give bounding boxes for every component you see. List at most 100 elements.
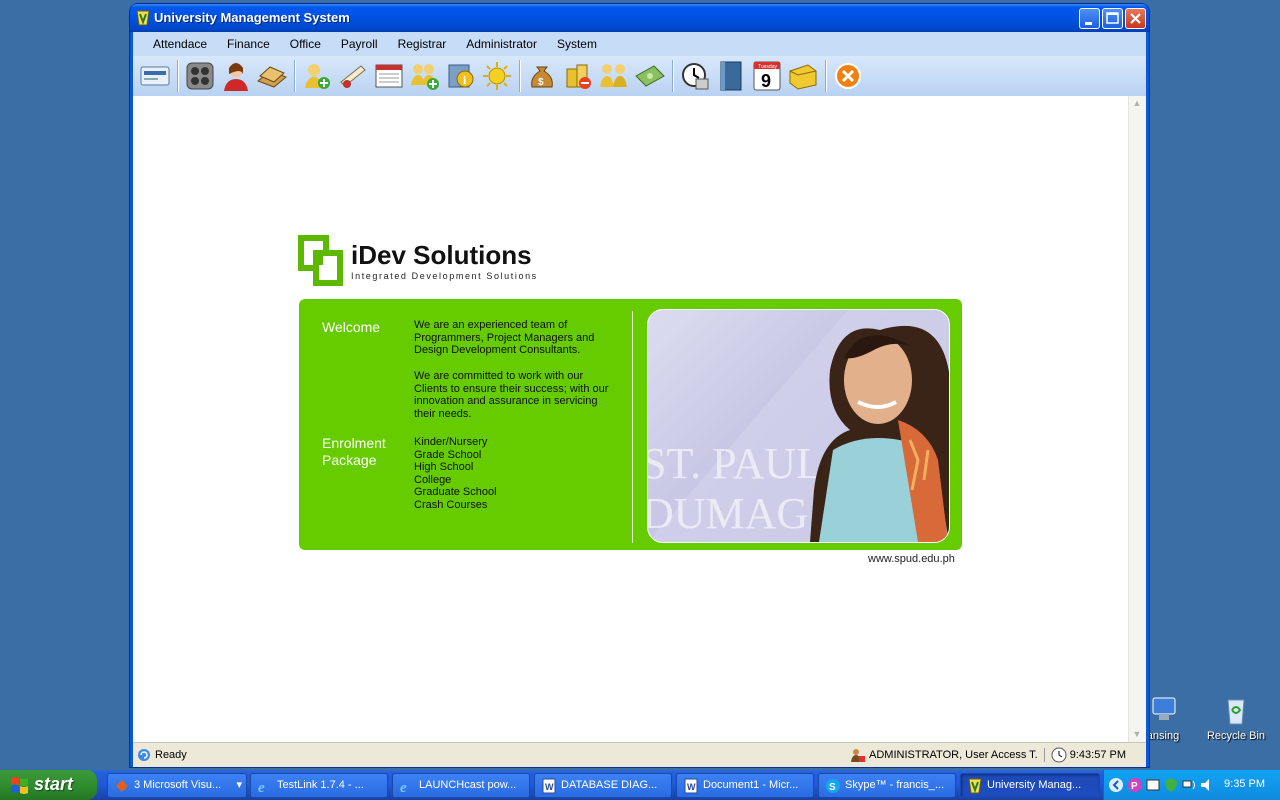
close-button[interactable] xyxy=(1125,8,1146,29)
dropdown-arrow-icon: ▾ xyxy=(236,779,242,791)
menu-finance[interactable]: Finance xyxy=(217,32,280,56)
taskbar-item-document1[interactable]: W Document1 - Micr... xyxy=(676,773,814,798)
tray-app-icon[interactable] xyxy=(1145,777,1161,798)
taskbar-item-testlink[interactable]: e TestLink 1.7.4 - ... xyxy=(250,773,388,798)
photo-text-1: ST. PAUL xyxy=(648,439,823,488)
taskbar-item-visual-studio[interactable]: 3 Microsoft Visu... ▾ xyxy=(107,773,247,798)
package-item: Kinder/Nursery xyxy=(414,436,488,448)
admin-user-icon xyxy=(849,748,866,762)
tray-shield-icon[interactable] xyxy=(1163,777,1179,798)
logo-name: iDev Solutions xyxy=(351,240,532,270)
text-line: Clients to ensure their success; with ou… xyxy=(414,382,609,395)
svg-text:W: W xyxy=(687,782,696,792)
text-line: innovation and assurance in servicing xyxy=(414,395,598,408)
app-icon xyxy=(136,10,150,26)
exit-icon[interactable] xyxy=(831,59,865,93)
word-document-icon: W xyxy=(541,778,557,794)
folder-icon[interactable] xyxy=(786,59,820,93)
title-bar[interactable]: University Management System xyxy=(130,4,1149,32)
menu-office[interactable]: Office xyxy=(280,32,331,56)
website-url[interactable]: www.spud.edu.ph xyxy=(868,553,955,565)
sun-icon[interactable] xyxy=(480,59,514,93)
taskbar-item-university-management[interactable]: University Manag... xyxy=(960,773,1100,798)
word-document-icon: W xyxy=(683,778,699,794)
package-item: Grade School xyxy=(414,448,482,461)
skype-icon: S xyxy=(825,778,841,794)
books-icon[interactable] xyxy=(255,59,289,93)
status-time: 9:43:57 PM xyxy=(1069,749,1126,761)
panel-divider xyxy=(632,311,633,543)
task-label: Document1 - Micr... xyxy=(703,779,799,791)
menu-payroll[interactable]: Payroll xyxy=(331,32,388,56)
tray-expand-icon[interactable] xyxy=(1108,777,1124,798)
diploma-icon[interactable] xyxy=(336,59,370,93)
task-label: Skype™ - francis_... xyxy=(845,779,945,791)
desktop-icon-recycle-bin[interactable]: Recycle Bin xyxy=(1201,694,1271,742)
taskbar: start 3 Microsoft Visu... ▾ e TestLink 1… xyxy=(0,770,1280,800)
calculator-icon[interactable] xyxy=(183,59,217,93)
toolbar-separator xyxy=(825,60,826,92)
svg-text:e: e xyxy=(400,780,407,794)
toolbar-separator xyxy=(519,60,520,92)
scroll-down-icon[interactable]: ▼ xyxy=(1131,729,1143,741)
tray-volume-icon[interactable] xyxy=(1199,777,1215,798)
maximize-button[interactable] xyxy=(1102,8,1123,29)
minimize-button[interactable] xyxy=(1079,8,1100,29)
toolbar-separator xyxy=(672,60,673,92)
calendar-icon[interactable]: Tuesday 9 xyxy=(750,59,784,93)
toolbar-separator xyxy=(177,60,178,92)
svg-text:P: P xyxy=(1131,781,1138,792)
visual-studio-icon xyxy=(114,778,130,794)
svg-text:$: $ xyxy=(538,77,544,88)
svg-text:W: W xyxy=(545,782,554,792)
desktop-icon-label: Recycle Bin xyxy=(1206,730,1266,742)
cash-icon[interactable] xyxy=(633,59,667,93)
menu-administrator[interactable]: Administrator xyxy=(456,32,547,56)
vertical-scrollbar[interactable]: ▲ ▼ xyxy=(1128,96,1146,743)
student-photo: ST. PAUL DUMAG xyxy=(647,309,950,543)
recycle-bin-icon xyxy=(1220,694,1252,726)
refresh-icon xyxy=(137,748,151,762)
id-card-icon[interactable] xyxy=(138,59,172,93)
menu-system[interactable]: System xyxy=(547,32,607,56)
status-bar: Ready ADMINISTRATOR, User Access T. 9:43… xyxy=(133,742,1146,767)
text-line: Programmers, Project Managers and xyxy=(414,331,595,344)
add-user-icon[interactable] xyxy=(300,59,334,93)
network-computer-icon xyxy=(1147,694,1179,726)
taskbar-item-skype[interactable]: S Skype™ - francis_... xyxy=(818,773,956,798)
status-text: Ready xyxy=(155,749,187,761)
package-list: Kinder/Nursery Grade School High School … xyxy=(414,436,497,512)
svg-text:e: e xyxy=(258,780,265,794)
menu-registrar[interactable]: Registrar xyxy=(388,32,457,56)
text-line: We are committed to work with our xyxy=(414,370,584,382)
internet-explorer-icon: e xyxy=(257,778,273,796)
money-bag-icon[interactable]: $ xyxy=(525,59,559,93)
task-label: LAUNCHcast pow... xyxy=(419,779,517,791)
main-content: iDev Solutions Integrated Development So… xyxy=(133,96,1129,743)
group-icon[interactable] xyxy=(597,59,631,93)
info-icon[interactable]: i xyxy=(444,59,478,93)
scroll-up-icon[interactable]: ▲ xyxy=(1131,98,1143,110)
menu-attendance[interactable]: Attendace xyxy=(143,32,217,56)
calendar-day: Tuesday xyxy=(758,64,777,70)
user-icon[interactable] xyxy=(219,59,253,93)
taskbar-item-launchcast[interactable]: e LAUNCHcast pow... xyxy=(392,773,530,798)
idev-logo-icon xyxy=(298,235,343,286)
window-icon[interactable] xyxy=(372,59,406,93)
main-window: University Management System Attendace F… xyxy=(130,4,1149,767)
logo-tagline: Integrated Development Solutions xyxy=(351,271,538,281)
taskbar-clock[interactable]: 9:35 PM xyxy=(1224,778,1265,790)
coins-icon[interactable] xyxy=(561,59,595,93)
start-button[interactable]: start xyxy=(0,770,97,800)
book-icon[interactable] xyxy=(714,59,748,93)
system-tray: P 9:35 PM xyxy=(1103,770,1280,800)
tray-network-icon[interactable] xyxy=(1181,777,1197,798)
taskbar-item-database-diagram[interactable]: W DATABASE DIAG... xyxy=(534,773,672,798)
welcome-text-2: We are committed to work with our Client… xyxy=(414,370,608,420)
package-item: Graduate School xyxy=(414,486,497,499)
tray-p-icon[interactable]: P xyxy=(1127,777,1143,798)
text-line: We are an experienced team of xyxy=(414,319,568,331)
internet-explorer-icon: e xyxy=(399,778,415,796)
clock-icon[interactable] xyxy=(678,59,712,93)
add-group-icon[interactable] xyxy=(408,59,442,93)
